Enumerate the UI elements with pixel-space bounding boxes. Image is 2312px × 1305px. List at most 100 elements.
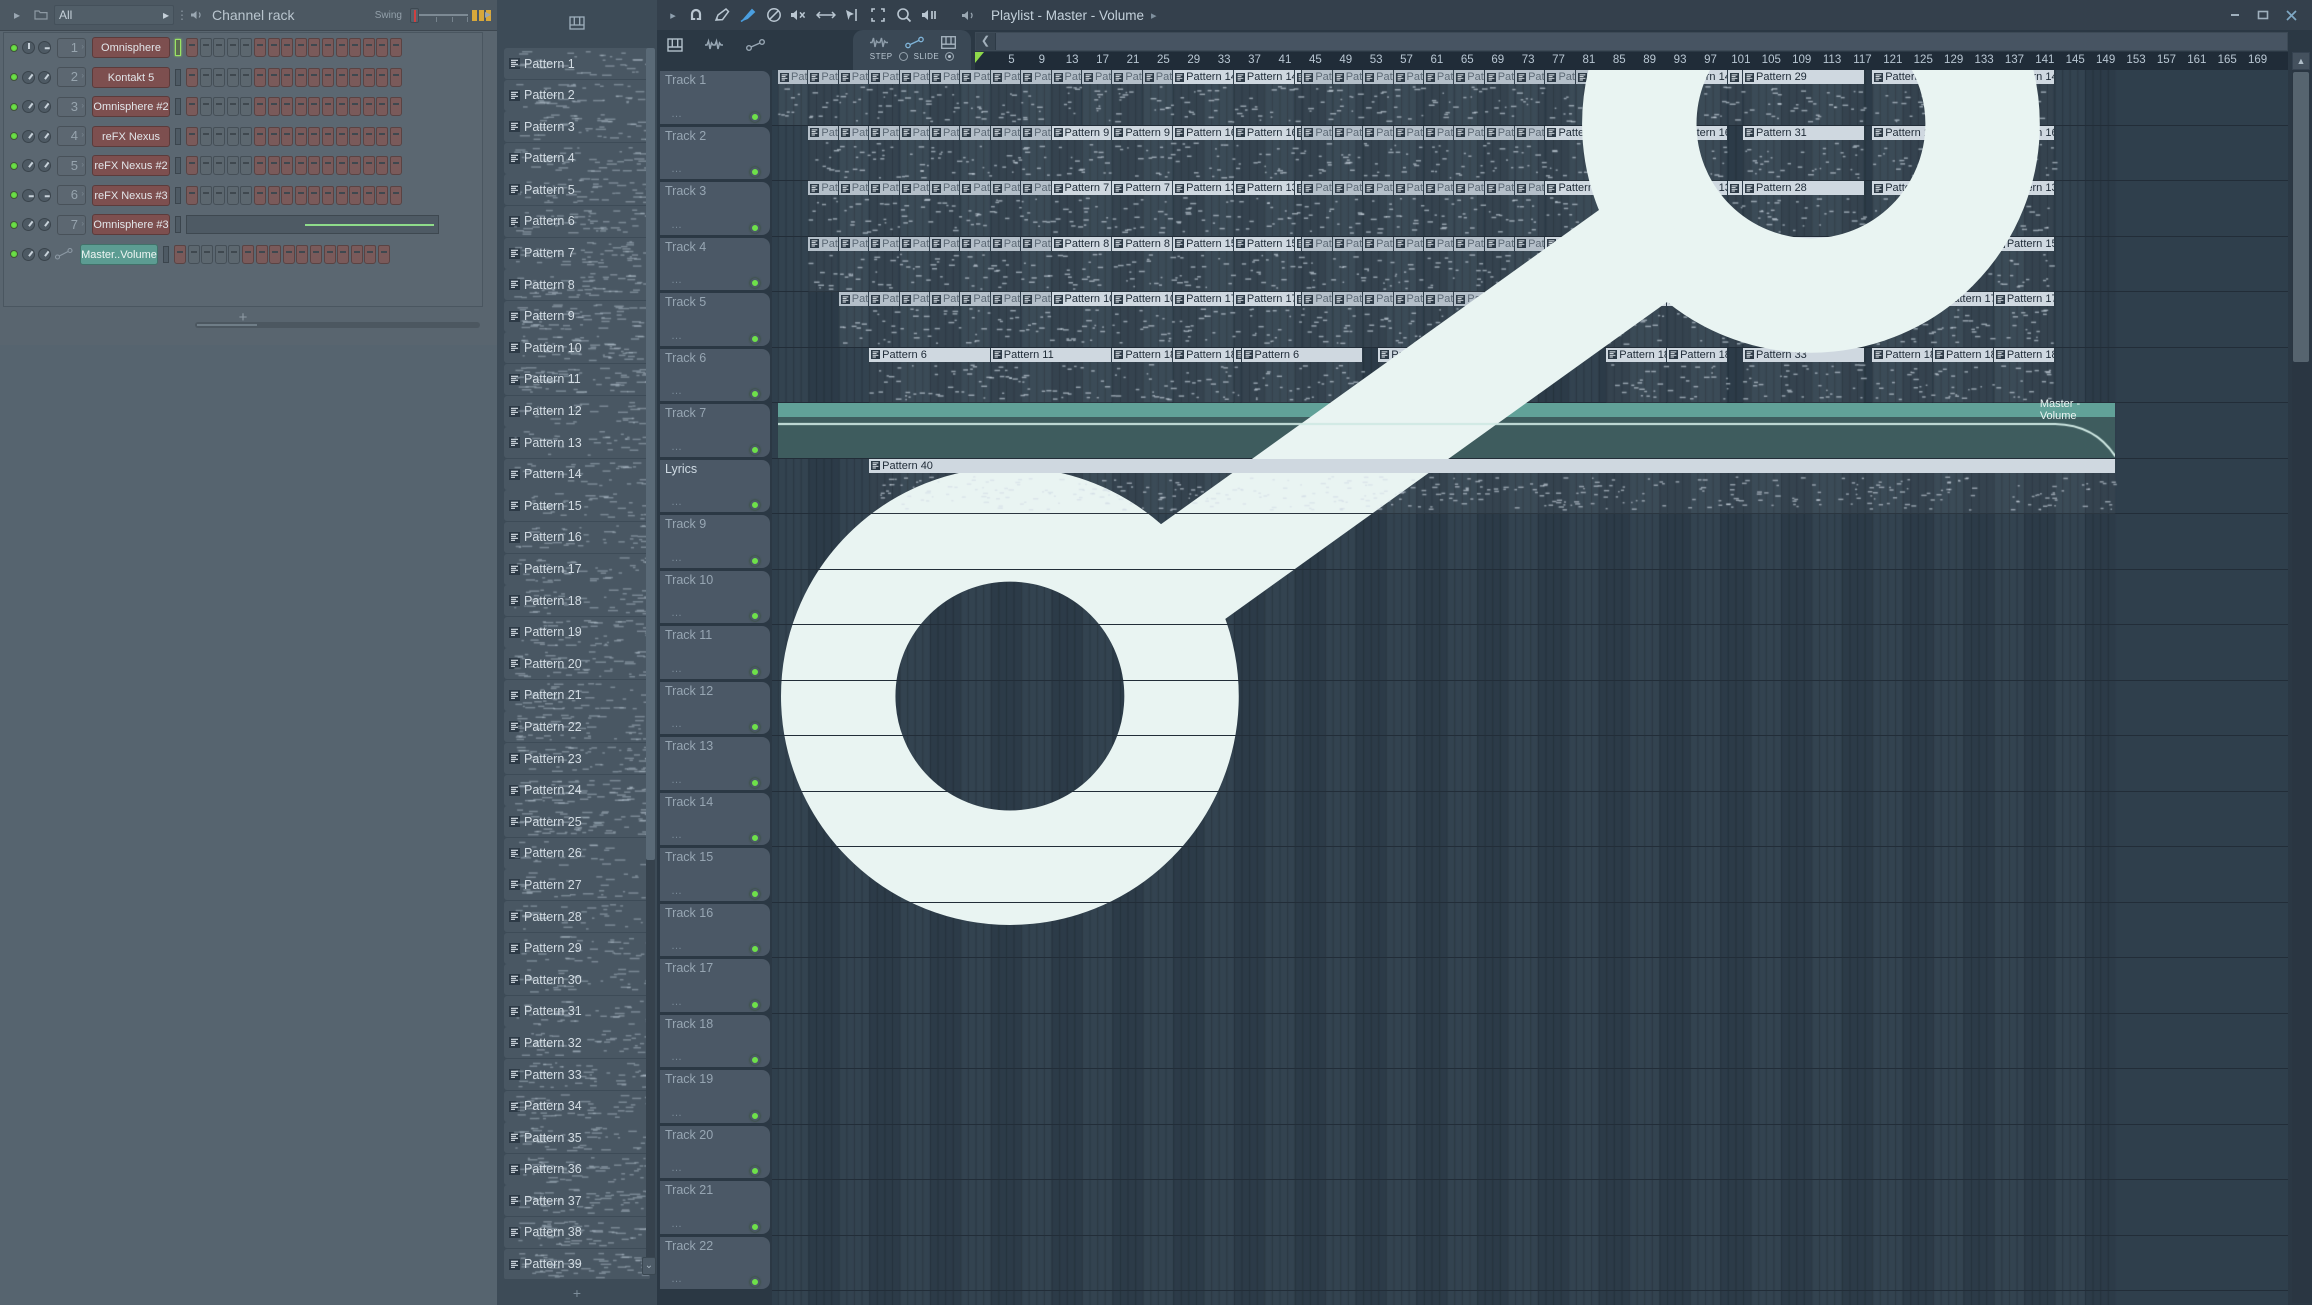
track-header[interactable]: Track 10…: [657, 570, 772, 626]
channel-name-button[interactable]: Omnisphere #2: [92, 96, 170, 118]
track-name-label[interactable]: Track 4: [665, 240, 706, 254]
channel-enable-led[interactable]: [10, 220, 18, 229]
track-options-icon[interactable]: …: [671, 1162, 683, 1174]
track-name-label[interactable]: Track 10: [665, 573, 713, 587]
pattern-list-item[interactable]: Pattern 21: [504, 679, 650, 711]
step-button[interactable]: [294, 38, 307, 58]
track-header[interactable]: Track 9…: [657, 514, 772, 570]
playlist-track-row[interactable]: [772, 958, 2288, 1014]
playlist-track-row[interactable]: Pattern 40: [772, 458, 2288, 514]
channel-index[interactable]: 7: [57, 214, 86, 235]
track-name-label[interactable]: Track 21: [665, 1183, 713, 1197]
track-enable-led[interactable]: [750, 278, 760, 288]
pattern-list-item[interactable]: Pattern 1: [504, 48, 650, 79]
channel-name-button[interactable]: reFX Nexus: [92, 125, 170, 147]
step-button[interactable]: [335, 126, 348, 146]
playlist-track-row[interactable]: [772, 1180, 2288, 1236]
step-button[interactable]: [335, 156, 348, 176]
step-button[interactable]: [309, 244, 322, 264]
nav-left-arrow-icon[interactable]: ❮: [976, 33, 995, 50]
step-button[interactable]: [362, 97, 375, 117]
track-header[interactable]: Track 22…: [657, 1236, 772, 1292]
step-button[interactable]: [308, 126, 321, 146]
step-button[interactable]: [296, 244, 309, 264]
track-header[interactable]: Track 16 …: [657, 903, 772, 959]
channel-row[interactable]: 4 reFX Nexus: [4, 122, 482, 152]
step-button[interactable]: [255, 244, 268, 264]
playlist-navigator-bar[interactable]: ❮: [975, 32, 2288, 51]
tab-pianoroll-icon[interactable]: [940, 35, 956, 49]
pattern-list-item[interactable]: Pattern 9: [504, 300, 650, 332]
channel-mini-meter[interactable]: [175, 39, 181, 57]
pattern-list-item[interactable]: Pattern 4: [504, 142, 650, 174]
channel-row[interactable]: 1 Omnisphere: [4, 33, 482, 63]
step-button[interactable]: [228, 244, 241, 264]
channel-rack-hscrollbar[interactable]: [195, 322, 480, 328]
playhead-marker-icon[interactable]: [975, 52, 984, 63]
step-button[interactable]: [267, 156, 280, 176]
step-button[interactable]: [281, 156, 294, 176]
channel-name-button[interactable]: Kontakt 5: [92, 66, 170, 88]
channel-enable-led[interactable]: [10, 250, 18, 259]
track-enable-led[interactable]: [750, 666, 760, 677]
step-button[interactable]: [281, 67, 294, 87]
track-name-label[interactable]: Track 22: [665, 1239, 713, 1253]
step-button[interactable]: [377, 244, 390, 264]
track-header[interactable]: Track 5…: [657, 292, 772, 348]
track-enable-led[interactable]: [750, 389, 760, 399]
pattern-list-item[interactable]: Pattern 28: [504, 901, 650, 933]
playlist-grid[interactable]: Pattern 2Pattern 2Pattern 2Pattern 2Patt…: [772, 70, 2288, 1305]
step-button[interactable]: [201, 244, 214, 264]
track-enable-led[interactable]: [750, 333, 760, 344]
step-button[interactable]: [199, 38, 212, 58]
pattern-list-item[interactable]: Pattern 17: [504, 553, 650, 585]
track-enable-led[interactable]: [750, 888, 760, 899]
track-enable-led[interactable]: [750, 999, 760, 1010]
track-enable-led[interactable]: [750, 944, 760, 954]
step-button[interactable]: [253, 126, 266, 146]
track-header[interactable]: Track 3…: [657, 181, 772, 237]
step-button[interactable]: [186, 156, 198, 176]
step-button[interactable]: [213, 67, 226, 87]
pattern-list-item[interactable]: Pattern 8: [504, 269, 650, 301]
track-header[interactable]: Track 14…: [657, 792, 772, 848]
step-sequencer-row[interactable]: [186, 97, 402, 117]
step-button[interactable]: [174, 244, 186, 264]
playlist-track-row[interactable]: Master - Volume: [772, 70, 2288, 925]
swing-slider[interactable]: [406, 8, 468, 23]
track-options-icon[interactable]: …: [671, 552, 683, 564]
track-name-label[interactable]: Track 12: [665, 684, 713, 698]
step-button[interactable]: [323, 244, 336, 264]
channel-mini-meter[interactable]: [163, 245, 169, 263]
pattern-list-item[interactable]: Pattern 25: [504, 806, 650, 838]
channel-volume-knob[interactable]: [38, 129, 51, 143]
pattern-list-item[interactable]: Pattern 18: [504, 585, 650, 617]
channel-index[interactable]: 4: [57, 126, 86, 147]
pattern-list-item[interactable]: Pattern 33: [504, 1059, 650, 1090]
track-name-label[interactable]: Track 16: [665, 906, 713, 920]
maximize-button[interactable]: [2250, 3, 2276, 27]
channel-mini-meter[interactable]: [175, 98, 181, 116]
add-pattern-button[interactable]: +: [497, 1285, 657, 1301]
pattern-list-item[interactable]: Pattern 34: [504, 1090, 650, 1122]
track-header[interactable]: Track 21…: [657, 1180, 772, 1236]
track-options-icon[interactable]: …: [671, 940, 683, 952]
step-button[interactable]: [187, 244, 200, 264]
step-button[interactable]: [362, 185, 375, 205]
track-options-icon[interactable]: …: [671, 1107, 683, 1119]
track-name-label[interactable]: Track 20: [665, 1128, 713, 1142]
track-options-icon[interactable]: …: [671, 385, 683, 397]
pattern-list-item[interactable]: Pattern 39: [504, 1248, 650, 1279]
track-options-icon[interactable]: …: [671, 885, 683, 897]
step-button[interactable]: [362, 126, 375, 146]
step-sequencer-row[interactable]: [186, 38, 402, 58]
pattern-list-item[interactable]: Pattern 38: [504, 1216, 650, 1248]
track-enable-led[interactable]: [750, 222, 760, 233]
track-enable-led[interactable]: [750, 1277, 760, 1287]
track-options-icon[interactable]: …: [671, 108, 683, 120]
playlist-track-row[interactable]: [772, 736, 2288, 792]
step-button[interactable]: [253, 156, 266, 176]
automation-clip-icon[interactable]: [745, 38, 767, 52]
step-button[interactable]: [376, 97, 389, 117]
pattern-list-item[interactable]: Pattern 6: [504, 205, 650, 237]
